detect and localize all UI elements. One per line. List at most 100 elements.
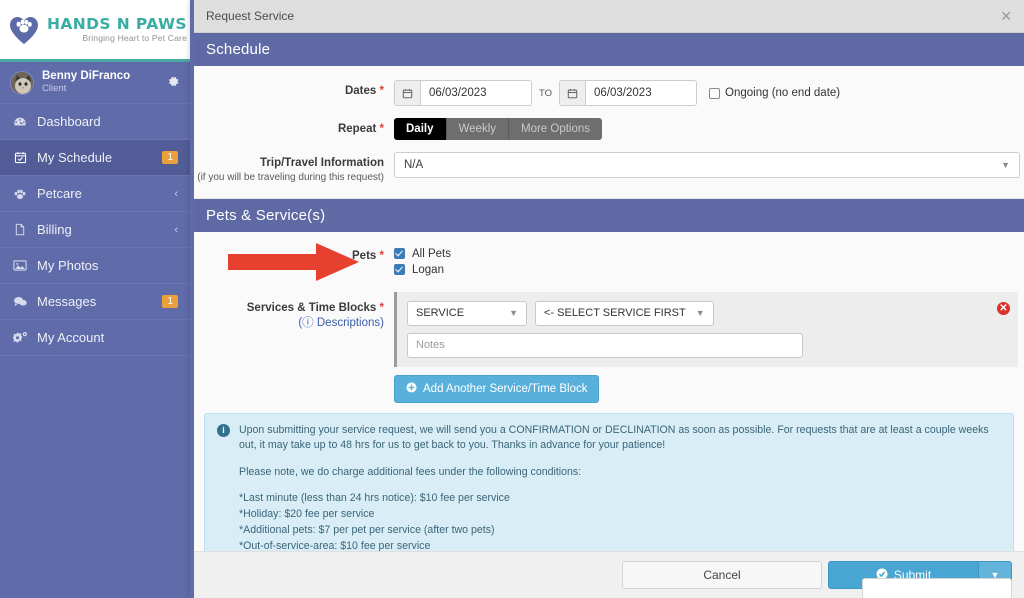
checkbox-checked[interactable] (394, 264, 405, 276)
brand-tagline: Bringing Heart to Pet Care (82, 33, 188, 44)
close-icon[interactable]: ✕ (1000, 8, 1012, 25)
checkbox-checked[interactable] (394, 248, 405, 260)
chevron-down-icon: ▼ (695, 308, 705, 319)
section-header-schedule: Schedule (194, 33, 1024, 66)
sidebar: HANDS N PAWS Bringing Heart to Pet Care … (0, 0, 190, 598)
sidebar-item-my-account[interactable]: My Account (0, 320, 190, 356)
help-circle-icon: ⓘ (302, 316, 314, 329)
repeat-option-weekly[interactable]: Weekly (446, 118, 509, 140)
services-label: Services & Time Blocks * (ⓘ Descriptions… (194, 292, 394, 331)
plus-circle-icon (406, 382, 417, 396)
repeat-label-text: Repeat (337, 123, 377, 135)
chevron-down-icon: ▼ (1001, 160, 1010, 170)
dates-row: Dates * 06/03/2023 TO 06/03/2023 Ongoing… (194, 80, 1024, 106)
paw-icon (12, 187, 28, 201)
info-fee-item: *Additional pets: $7 per pet per service… (239, 523, 495, 536)
end-date-field[interactable]: 06/03/2023 (559, 80, 698, 106)
dashboard-icon (12, 115, 28, 129)
ongoing-checkbox-row[interactable]: Ongoing (no end date) (709, 87, 840, 99)
modal-title: Request Service (206, 9, 295, 23)
sidebar-item-label: Billing (37, 222, 72, 237)
cogs-icon (12, 331, 28, 344)
document-icon (12, 223, 28, 236)
sidebar-item-dashboard[interactable]: Dashboard (0, 104, 190, 140)
dates-label-text: Dates (344, 85, 377, 97)
chevron-down-icon: ▼ (509, 308, 518, 319)
sidebar-item-petcare[interactable]: Petcare ‹ (0, 176, 190, 212)
sidebar-item-billing[interactable]: Billing ‹ (0, 212, 190, 248)
notes-placeholder: Notes (416, 339, 445, 352)
required-mark: * (379, 85, 384, 97)
time-block-select[interactable]: <- SELECT SERVICE FIRST ▼ (535, 300, 714, 326)
gear-icon[interactable] (167, 75, 180, 91)
info-fee-list: *Last minute (less than 24 hrs notice): … (239, 491, 1001, 551)
pet-label: Logan (412, 263, 444, 276)
modal-footer: Cancel Submit ▼ (194, 551, 1024, 598)
trip-label-text: Trip/Travel Information (260, 157, 384, 169)
sidebar-item-label: My Photos (37, 258, 99, 273)
red-right-arrow-annotation (228, 243, 360, 286)
start-date-value[interactable]: 06/03/2023 (421, 81, 531, 105)
calendar-icon (12, 151, 28, 164)
calendar-icon (560, 81, 587, 105)
services-label-line: Services & Time Blocks * (194, 301, 384, 316)
trip-label: Trip/Travel Information (if you will be … (194, 152, 394, 184)
sidebar-item-label: My Schedule (37, 150, 113, 165)
sidebar-item-label: Dashboard (37, 114, 101, 129)
chevron-left-icon: ‹ (174, 223, 178, 236)
info-paragraph-2: Please note, we do charge additional fee… (239, 465, 582, 478)
trip-sublabel: (if you will be traveling during this re… (197, 171, 384, 183)
repeat-button-group[interactable]: Daily Weekly More Options (394, 118, 603, 140)
sidebar-item-messages[interactable]: Messages 1 (0, 284, 190, 320)
services-row: Services & Time Blocks * (ⓘ Descriptions… (194, 291, 1024, 403)
ongoing-checkbox[interactable] (709, 87, 721, 99)
info-fee-item: *Last minute (less than 24 hrs notice): … (239, 492, 510, 505)
add-service-time-block-button[interactable]: Add Another Service/Time Block (394, 374, 600, 403)
notes-input[interactable]: Notes (407, 332, 803, 358)
trip-select-value: N/A (404, 159, 424, 171)
info-paragraph-1: Upon submitting your service request, we… (239, 423, 989, 452)
request-service-modal: Request Service ✕ Schedule Dates * 06/03… (190, 0, 1024, 598)
submit-dropdown-menu[interactable] (862, 578, 1012, 598)
brand-header: HANDS N PAWS Bringing Heart to Pet Care (0, 0, 190, 62)
repeat-option-more[interactable]: More Options (509, 118, 603, 140)
user-profile[interactable]: Benny DiFranco Client (0, 62, 190, 104)
brand-title: HANDS N PAWS (46, 14, 188, 33)
sidebar-item-label: Messages (37, 294, 97, 309)
calendar-icon (395, 81, 421, 105)
profile-name: Benny DiFranco (42, 69, 131, 82)
photo-icon (12, 259, 28, 272)
service-select[interactable]: SERVICE ▼ (407, 300, 527, 326)
chevron-left-icon: ‹ (174, 187, 178, 200)
add-service-button-label: Add Another Service/Time Block (423, 382, 588, 395)
end-date-value[interactable]: 06/03/2023 (586, 81, 696, 105)
sidebar-item-label: Petcare (37, 186, 82, 201)
dates-label: Dates * (194, 80, 394, 99)
repeat-label: Repeat * (194, 118, 394, 137)
trip-row: Trip/Travel Information (if you will be … (194, 152, 1024, 184)
start-date-field[interactable]: 06/03/2023 (394, 80, 532, 106)
info-fee-item: *Out-of-service-area: $10 fee per servic… (239, 539, 431, 551)
service-select-value: SERVICE (416, 307, 465, 320)
required-mark: * (379, 301, 384, 314)
service-time-block-row: SERVICE ▼ <- SELECT SERVICE FIRST ▼ Note… (394, 291, 1018, 367)
required-mark: * (379, 123, 384, 135)
chat-icon (12, 295, 28, 308)
profile-role: Client (42, 83, 67, 95)
heart-paw-logo-icon (7, 13, 41, 47)
trip-select[interactable]: N/A ▼ (394, 152, 1020, 178)
sidebar-item-my-photos[interactable]: My Photos (0, 248, 190, 284)
pet-checkbox-all-pets[interactable]: All Pets (394, 248, 1024, 260)
remove-circle-icon[interactable]: ✕ (997, 301, 1010, 315)
sidebar-item-my-schedule[interactable]: My Schedule 1 (0, 140, 190, 176)
date-to-label: TO (539, 87, 553, 99)
repeat-option-daily[interactable]: Daily (394, 118, 447, 140)
descriptions-link[interactable]: (ⓘ Descriptions) (194, 316, 384, 331)
modal-titlebar: Request Service ✕ (194, 0, 1024, 33)
ongoing-label: Ongoing (no end date) (725, 87, 841, 99)
section-header-pets-services: Pets & Service(s) (194, 198, 1024, 232)
schedule-panel: Dates * 06/03/2023 TO 06/03/2023 Ongoing… (194, 66, 1024, 199)
cancel-button[interactable]: Cancel (622, 561, 822, 589)
modal-body: Schedule Dates * 06/03/2023 TO 06/03/202… (194, 33, 1024, 551)
pet-checkbox-logan[interactable]: Logan (394, 264, 1024, 276)
